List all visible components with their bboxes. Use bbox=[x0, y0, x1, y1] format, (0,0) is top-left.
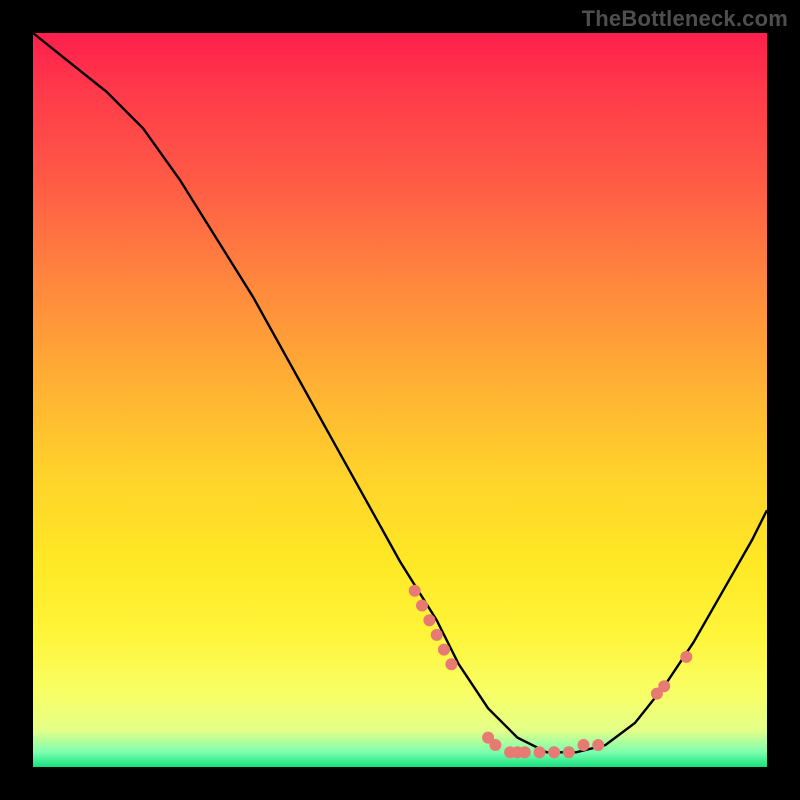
curve-marker bbox=[563, 746, 575, 758]
bottleneck-curve-line bbox=[33, 33, 767, 752]
curve-marker bbox=[423, 614, 435, 626]
curve-marker bbox=[534, 746, 546, 758]
watermark-text: TheBottleneck.com bbox=[582, 6, 788, 32]
curve-marker bbox=[438, 644, 450, 656]
curve-marker bbox=[592, 739, 604, 751]
curve-marker bbox=[431, 629, 443, 641]
curve-marker bbox=[519, 746, 531, 758]
curve-marker bbox=[680, 651, 692, 663]
curve-marker bbox=[445, 658, 457, 670]
curve-marker bbox=[548, 746, 560, 758]
curve-markers-group bbox=[409, 585, 693, 759]
chart-svg bbox=[33, 33, 767, 767]
curve-marker bbox=[489, 739, 501, 751]
curve-marker bbox=[409, 585, 421, 597]
plot-area bbox=[33, 33, 767, 767]
curve-marker bbox=[578, 739, 590, 751]
curve-marker bbox=[658, 680, 670, 692]
chart-frame: TheBottleneck.com bbox=[0, 0, 800, 800]
curve-marker bbox=[416, 600, 428, 612]
